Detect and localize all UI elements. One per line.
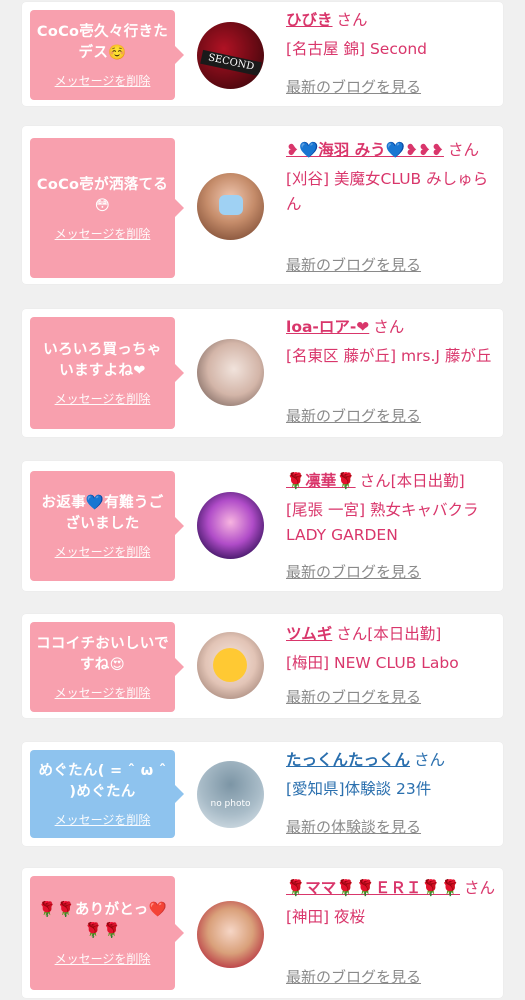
message-text: お返事💙有難うございました <box>41 494 164 532</box>
shop-info: [梅田] NEW CLUB Labo <box>286 654 459 672</box>
honorific: さん <box>373 318 405 336</box>
member-info: ツムギ さん[本日出勤] [梅田] NEW CLUB Labo <box>286 622 498 676</box>
delete-message-link[interactable]: メッセージを削除 <box>55 543 151 560</box>
message-bubble: 🌹🌹ありがとっ❤️🌹🌹 メッセージを削除 <box>30 876 184 990</box>
avatar-face-mark <box>219 195 243 215</box>
delete-message-link[interactable]: メッセージを削除 <box>55 72 151 89</box>
avatar-logo-text: SECOND <box>200 49 262 77</box>
message-text: めぐたん( = ˆ ω ˆ )めぐたん <box>38 762 167 800</box>
avatar-emoji <box>213 648 247 682</box>
shop-info: [愛知県]体験談 23件 <box>286 780 432 798</box>
message-bubble: CoCo壱が洒落てる😳 メッセージを削除 <box>30 138 184 278</box>
shop-info: [名古屋 錦] Second <box>286 40 427 58</box>
member-name-link[interactable]: ツムギ <box>286 625 332 643</box>
delete-message-link[interactable]: メッセージを削除 <box>55 684 151 701</box>
delete-message-link[interactable]: メッセージを削除 <box>55 390 151 407</box>
message-card: お返事💙有難うございました メッセージを削除 🌹凛華🌹 さん[本日出勤] [尾張 … <box>22 461 503 591</box>
avatar[interactable] <box>197 632 264 699</box>
message-text: いろいろ買っちゃいますよね❤ <box>43 341 162 379</box>
delete-message-link[interactable]: メッセージを削除 <box>55 811 151 828</box>
message-text: ココイチおいしいですね😍 <box>36 635 169 673</box>
member-name-link[interactable]: 🌹凛華🌹 <box>286 472 356 490</box>
shop-info: [刈谷] 美魔女CLUB みしゅらん <box>286 170 489 213</box>
member-info: loa-ロア-❤ さん [名東区 藤が丘] mrs.J 藤が丘 <box>286 315 498 369</box>
member-name-link[interactable]: loa-ロア-❤ <box>286 318 369 336</box>
message-card: ココイチおいしいですね😍 メッセージを削除 ツムギ さん[本日出勤] [梅田] N… <box>22 614 503 718</box>
member-info: ❥💙海羽 みう💙❥❥❥ さん [刈谷] 美魔女CLUB みしゅらん <box>286 138 498 217</box>
message-bubble: お返事💙有難うございました メッセージを削除 <box>30 471 184 581</box>
honorific: さん <box>336 11 368 29</box>
latest-review-link[interactable]: 最新の体験談を見る <box>286 816 421 837</box>
delete-message-link[interactable]: メッセージを削除 <box>55 225 151 242</box>
message-text: 🌹🌹ありがとっ❤️🌹🌹 <box>38 901 167 939</box>
message-card: めぐたん( = ˆ ω ˆ )めぐたん メッセージを削除 no photo たっ… <box>22 742 503 846</box>
message-bubble: めぐたん( = ˆ ω ˆ )めぐたん メッセージを削除 <box>30 750 184 838</box>
latest-blog-link[interactable]: 最新のブログを見る <box>286 405 421 426</box>
honorific: さん <box>447 141 479 159</box>
honorific: さん <box>464 879 496 897</box>
honorific: さん <box>414 751 446 769</box>
message-card: CoCo壱久々行きたデス☺️ メッセージを削除 SECOND ひびき さん [名古… <box>22 2 503 106</box>
message-bubble: ココイチおいしいですね😍 メッセージを削除 <box>30 622 184 712</box>
member-name-link[interactable]: ❥💙海羽 みう💙❥❥❥ <box>286 141 444 159</box>
avatar-placeholder-text: no photo <box>210 799 251 809</box>
message-bubble: いろいろ買っちゃいますよね❤ メッセージを削除 <box>30 317 184 429</box>
member-name-link[interactable]: たっくんたっくん <box>286 751 410 769</box>
latest-blog-link[interactable]: 最新のブログを見る <box>286 561 421 582</box>
member-info: 🌹ママ🌹🌹ＥＲＩ🌹🌹 さん [神田] 夜桜 <box>286 876 498 930</box>
member-name-link[interactable]: ひびき <box>286 11 333 29</box>
avatar[interactable]: SECOND <box>197 22 264 89</box>
latest-blog-link[interactable]: 最新のブログを見る <box>286 254 421 275</box>
shop-info: [神田] 夜桜 <box>286 908 366 926</box>
message-card: いろいろ買っちゃいますよね❤ メッセージを削除 loa-ロア-❤ さん [名東区 … <box>22 309 503 437</box>
honorific: さん[本日出勤] <box>359 472 465 490</box>
delete-message-link[interactable]: メッセージを削除 <box>55 950 151 967</box>
honorific: さん[本日出勤] <box>336 625 442 643</box>
avatar[interactable]: no photo <box>197 761 264 828</box>
avatar[interactable] <box>197 339 264 406</box>
avatar[interactable] <box>197 901 264 968</box>
avatar[interactable] <box>197 173 264 240</box>
shop-info: [尾張 一宮] 熟女キャバクラ LADY GARDEN <box>286 501 479 544</box>
member-info: たっくんたっくん さん [愛知県]体験談 23件 <box>286 748 498 802</box>
latest-blog-link[interactable]: 最新のブログを見る <box>286 686 421 707</box>
message-text: CoCo壱久々行きたデス☺️ <box>36 23 169 61</box>
member-info: ひびき さん [名古屋 錦] Second <box>286 8 498 62</box>
shop-info: [名東区 藤が丘] mrs.J 藤が丘 <box>286 347 492 365</box>
latest-blog-link[interactable]: 最新のブログを見る <box>286 76 421 97</box>
member-info: 🌹凛華🌹 さん[本日出勤] [尾張 一宮] 熟女キャバクラ LADY GARDEN <box>286 469 498 548</box>
avatar[interactable] <box>197 492 264 559</box>
latest-blog-link[interactable]: 最新のブログを見る <box>286 966 421 987</box>
message-bubble: CoCo壱久々行きたデス☺️ メッセージを削除 <box>30 10 184 100</box>
message-text: CoCo壱が洒落てる😳 <box>36 176 169 214</box>
member-name-link[interactable]: 🌹ママ🌹🌹ＥＲＩ🌹🌹 <box>286 879 460 897</box>
message-card: CoCo壱が洒落てる😳 メッセージを削除 ❥💙海羽 みう💙❥❥❥ さん [刈谷] … <box>22 126 503 284</box>
message-card: 🌹🌹ありがとっ❤️🌹🌹 メッセージを削除 🌹ママ🌹🌹ＥＲＩ🌹🌹 さん [神田] 夜… <box>22 868 503 998</box>
